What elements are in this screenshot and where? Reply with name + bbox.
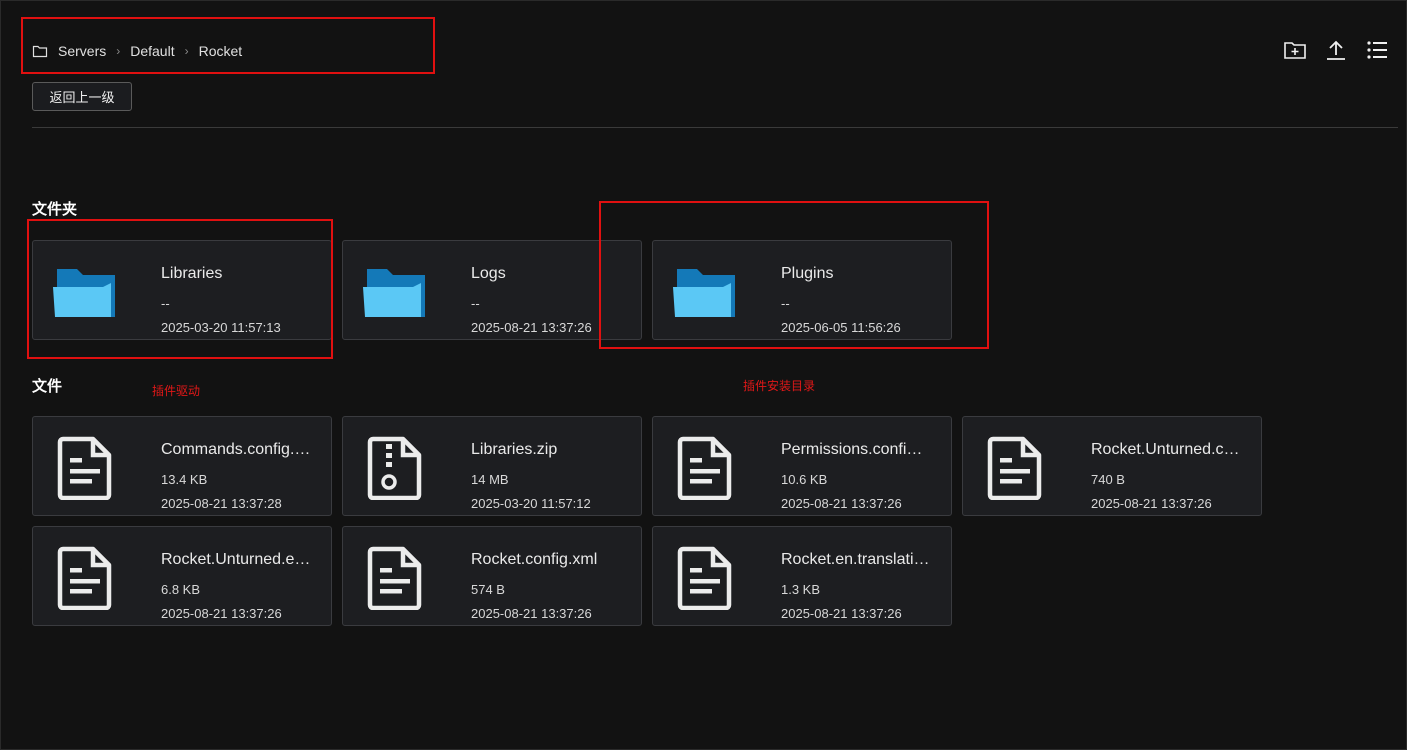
file-date: 2025-08-21 13:37:26 — [1091, 496, 1212, 511]
annotation-box-libraries — [27, 219, 333, 359]
file-date: 2025-03-20 11:57:12 — [471, 496, 591, 511]
file-name: Libraries.zip — [471, 441, 558, 458]
new-folder-icon[interactable] — [1283, 38, 1307, 62]
file-size: 574 B — [471, 582, 505, 597]
file-name: Permissions.config.xml — [781, 441, 931, 458]
document-icon — [57, 436, 112, 500]
file-date: 2025-08-21 13:37:26 — [781, 606, 902, 621]
folder-card-logs[interactable]: Logs -- 2025-08-21 13:37:26 — [342, 240, 642, 340]
file-name: Commands.config.xml — [161, 441, 311, 458]
back-button[interactable]: 返回上一级 — [32, 82, 132, 111]
file-card[interactable]: Rocket.Unturned.en.translation.xml 6.8 K… — [32, 526, 332, 626]
file-date: 2025-08-21 13:37:26 — [781, 496, 902, 511]
annotation-text-plugins: 插件安装目录 — [743, 379, 816, 393]
file-card[interactable]: Rocket.Unturned.config.xml 740 B 2025-08… — [962, 416, 1262, 516]
file-size: 6.8 KB — [161, 582, 201, 597]
file-card[interactable]: Permissions.config.xml 10.6 KB 2025-08-2… — [652, 416, 952, 516]
file-name: Rocket.config.xml — [471, 551, 598, 568]
file-date: 2025-08-21 13:37:26 — [471, 606, 592, 621]
document-icon — [987, 436, 1042, 500]
upload-icon[interactable] — [1324, 38, 1348, 62]
file-name: Rocket.Unturned.en.translation.xml — [161, 551, 311, 568]
files-section-title: 文件 — [32, 377, 63, 395]
zip-icon — [367, 436, 422, 500]
file-card[interactable]: Rocket.en.translation.xml 1.3 KB 2025-08… — [652, 526, 952, 626]
annotation-text-libraries: 插件驱动 — [152, 384, 201, 398]
toolbar — [1283, 38, 1389, 62]
folder-date: 2025-08-21 13:37:26 — [471, 320, 592, 335]
file-card[interactable]: Rocket.config.xml 574 B 2025-08-21 13:37… — [342, 526, 642, 626]
file-size: 1.3 KB — [781, 582, 821, 597]
divider — [32, 127, 1398, 128]
file-name: Rocket.Unturned.config.xml — [1091, 441, 1241, 458]
folder-icon — [363, 269, 425, 317]
folder-size: -- — [471, 296, 480, 311]
window-frame — [0, 0, 1407, 750]
file-size: 740 B — [1091, 472, 1125, 487]
annotation-box-breadcrumb — [21, 17, 435, 74]
file-size: 10.6 KB — [781, 472, 828, 487]
file-card[interactable]: Commands.config.xml 13.4 KB 2025-08-21 1… — [32, 416, 332, 516]
annotation-box-plugins — [599, 201, 989, 349]
folders-section-title: 文件夹 — [32, 200, 78, 218]
list-view-icon[interactable] — [1365, 38, 1389, 62]
file-name: Rocket.en.translation.xml — [781, 551, 931, 568]
file-card[interactable]: Libraries.zip 14 MB 2025-03-20 11:57:12 — [342, 416, 642, 516]
document-icon — [677, 546, 732, 610]
file-size: 14 MB — [471, 472, 509, 487]
document-icon — [677, 436, 732, 500]
file-size: 13.4 KB — [161, 472, 208, 487]
file-date: 2025-08-21 13:37:28 — [161, 496, 282, 511]
document-icon — [367, 546, 422, 610]
document-icon — [57, 546, 112, 610]
file-date: 2025-08-21 13:37:26 — [161, 606, 282, 621]
